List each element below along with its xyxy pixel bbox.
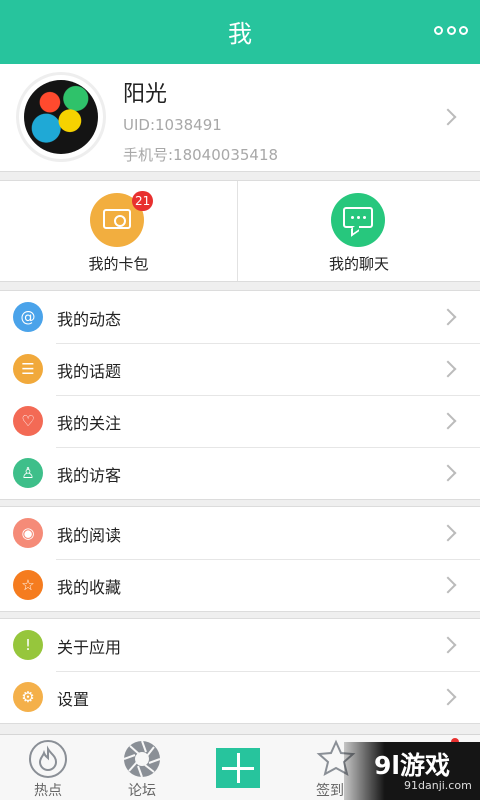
menu-item[interactable]: ♙ 我的访客 (0, 447, 480, 499)
card-wallet-label: 我的卡包 (88, 255, 149, 273)
menu-item[interactable]: @ 我的动态 (0, 291, 480, 343)
menu-group-activity: @ 我的动态 ☰ 我的话题 ♡ 我的关注 ♙ 我的访客 (0, 290, 480, 500)
menu-item-label: 我的话题 (57, 362, 122, 381)
card-wallet-button[interactable]: 21 我的卡包 (0, 181, 238, 281)
chevron-right-icon (439, 360, 457, 378)
menu-group-app: ! 关于应用 ⚙ 设置 (0, 618, 480, 724)
menu-item-label: 我的关注 (57, 414, 122, 433)
menu-item[interactable]: ☆ 我的收藏 (0, 559, 480, 611)
chevron-right-icon (439, 412, 457, 430)
tab-label: 论坛 (128, 783, 156, 799)
menu-item[interactable]: ♡ 我的关注 (0, 395, 480, 447)
watermark: 9l游戏 91danji.com (344, 742, 480, 800)
profile-name: 阳光 (123, 82, 168, 107)
watermark-logo: 9l游戏 (374, 751, 450, 780)
heart-icon: ♡ (13, 406, 43, 436)
my-chat-label: 我的聊天 (328, 255, 389, 273)
menu-item[interactable]: ☰ 我的话题 (0, 343, 480, 395)
menu-item[interactable]: ⚙ 设置 (0, 671, 480, 723)
document-icon: ☰ (13, 354, 43, 384)
chevron-right-icon (439, 108, 457, 126)
tab-hot[interactable]: 热点 (0, 735, 96, 800)
chevron-right-icon (439, 308, 457, 326)
chevron-right-icon (439, 524, 457, 542)
person-icon: ♙ (13, 458, 43, 488)
profile-card[interactable]: 阳光 UID:1038491 手机号:18040035418 (0, 64, 480, 172)
notification-badge: 21 (132, 191, 154, 211)
menu-item-label: 我的阅读 (57, 526, 122, 545)
star-icon: ☆ (13, 570, 43, 600)
menu-item-label: 设置 (57, 690, 90, 709)
chevron-right-icon (439, 576, 457, 594)
menu-item-label: 我的收藏 (57, 578, 122, 597)
menu-item-label: 我的动态 (57, 310, 122, 329)
menu-group-reading: ◉ 我的阅读 ☆ 我的收藏 (0, 506, 480, 612)
chevron-right-icon (439, 636, 457, 654)
menu-item-label: 关于应用 (57, 638, 122, 657)
tab-label: 热点 (34, 783, 62, 799)
menu-item[interactable]: ◉ 我的阅读 (0, 507, 480, 559)
flame-icon (28, 739, 68, 779)
my-chat-button[interactable]: 我的聊天 (238, 181, 480, 281)
chat-icon (331, 193, 385, 247)
eye-icon: ◉ (13, 518, 43, 548)
add-button[interactable] (216, 748, 260, 788)
title-bar: 我 (0, 0, 480, 64)
more-icon[interactable] (434, 24, 468, 38)
quick-actions: 21 我的卡包 我的聊天 (0, 180, 480, 282)
page-title: 我 (228, 20, 252, 48)
at-icon: @ (13, 302, 43, 332)
menu-item-label: 我的访客 (57, 466, 122, 485)
gear-icon: ⚙ (13, 682, 43, 712)
info-icon: ! (13, 630, 43, 660)
watermark-url: 91danji.com (404, 779, 472, 792)
aperture-icon (122, 739, 162, 779)
chevron-right-icon (439, 688, 457, 706)
profile-uid: UID:1038491 (123, 116, 222, 134)
menu-item[interactable]: ! 关于应用 (0, 619, 480, 671)
chevron-right-icon (439, 464, 457, 482)
avatar[interactable] (16, 72, 106, 162)
tab-forum[interactable]: 论坛 (94, 735, 190, 800)
profile-phone: 手机号:18040035418 (123, 146, 279, 164)
